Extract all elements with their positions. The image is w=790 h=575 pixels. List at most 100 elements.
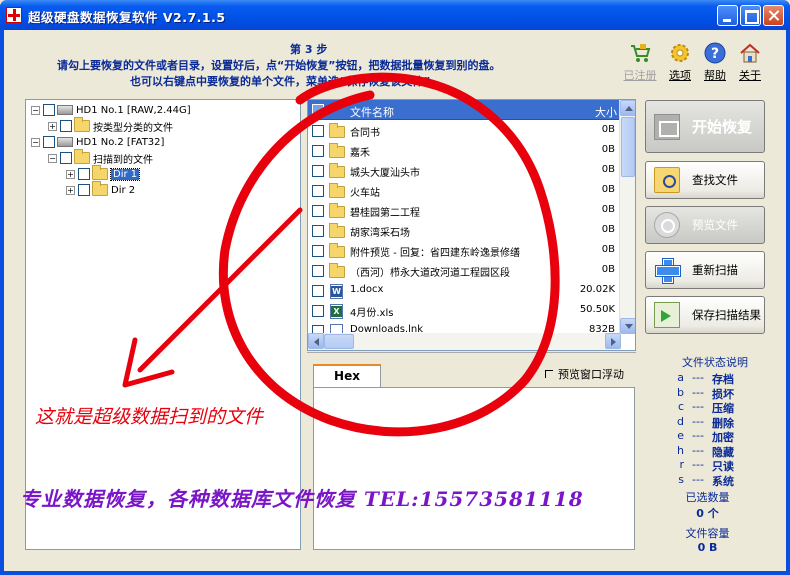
scroll-up-button[interactable] [620, 100, 635, 116]
horizontal-scrollbar[interactable] [308, 333, 621, 350]
legend-item: b --- 损坏 [660, 386, 770, 401]
column-header-name[interactable]: 文件名称 [350, 104, 394, 120]
tree-node-drive-2[interactable]: − HD1 No.2 [FAT32] [31, 134, 164, 150]
help-button[interactable]: ? 帮助 [695, 42, 735, 83]
word-doc-icon [330, 284, 343, 299]
file-checkbox[interactable] [312, 125, 324, 137]
file-row[interactable]: 1.docx 20.02K [308, 281, 621, 301]
instruction-line-1: 请勾上要恢复的文件或者目录，设置好后，点“开始恢复”按钮，把数据批量恢复到别的盘… [57, 59, 501, 72]
find-file-button[interactable]: 查找文件 [645, 161, 765, 199]
file-capacity: 文件容量 0 B [660, 525, 755, 554]
tree-node-scanned[interactable]: − 扫描到的文件 [48, 149, 153, 166]
tree-label: HD1 No.2 [FAT32] [76, 136, 165, 148]
rescan-button[interactable]: 重新扫描 [645, 251, 765, 289]
tree-checkbox[interactable] [60, 120, 72, 132]
tree-checkbox[interactable] [43, 104, 55, 116]
scroll-left-button[interactable] [308, 333, 324, 349]
options-button[interactable]: 选项 [660, 42, 700, 83]
collapse-icon[interactable]: − [31, 105, 40, 115]
file-row[interactable]: （西河）栉永大道改河道工程园区段 0B [308, 261, 621, 281]
preview-file-button[interactable]: 预览文件 [645, 206, 765, 244]
scroll-right-button[interactable] [605, 333, 621, 349]
folder-icon [92, 165, 108, 180]
file-list[interactable]: 文件名称 大小 合同书 0B 嘉禾 0B 城头大厦汕头市 0B 火车站 0B 碧桂园第二工程 0B… [307, 99, 636, 351]
tree-node-dir-1[interactable]: + Dir 1 [66, 165, 141, 182]
file-checkbox[interactable] [312, 225, 324, 237]
search-folder-icon [654, 167, 680, 193]
scroll-thumb[interactable] [324, 334, 354, 349]
file-checkbox[interactable] [312, 185, 324, 197]
file-row[interactable]: 嘉禾 0B [308, 141, 621, 161]
legend-value: 删除 [712, 416, 734, 430]
legend-dash: --- [692, 400, 704, 413]
file-checkbox[interactable] [312, 205, 324, 217]
file-size: 0B [601, 144, 615, 155]
legend-value: 加密 [712, 431, 734, 444]
expand-icon[interactable]: + [66, 169, 75, 179]
expand-icon[interactable]: + [66, 185, 75, 195]
legend-key: c [677, 400, 684, 413]
legend-dash: --- [692, 385, 704, 399]
tab-hex[interactable]: Hex [313, 364, 381, 388]
toolbar-label: 选项 [669, 69, 691, 82]
tree-checkbox[interactable] [78, 168, 90, 180]
selected-count-label: 已选数量 [685, 491, 730, 504]
legend-value: 只读 [712, 460, 734, 473]
file-checkbox[interactable] [312, 165, 324, 177]
float-icon [545, 370, 553, 378]
about-button[interactable]: 关于 [730, 42, 770, 83]
legend-key: a [677, 371, 684, 384]
file-row[interactable]: 合同书 0B [308, 121, 621, 141]
title-bar[interactable]: 超级硬盘数据恢复软件 V2.7.1.5 [0, 0, 790, 30]
select-all-checkbox[interactable] [312, 104, 324, 116]
file-row[interactable]: 4月份.xls 50.50K [308, 301, 621, 321]
file-checkbox[interactable] [312, 245, 324, 257]
file-checkbox[interactable] [312, 265, 324, 277]
preview-float-toggle[interactable]: 预览窗口浮动 [545, 366, 624, 382]
selected-count: 已选数量 0 个 [660, 489, 755, 521]
file-row[interactable]: 碧桂园第二工程 0B [308, 201, 621, 221]
file-row[interactable]: 附件预览 - 回复：省四建东岭逸景修缮 0B [308, 241, 621, 261]
collapse-icon[interactable]: − [31, 137, 40, 147]
file-row[interactable]: 城头大厦汕头市 0B [308, 161, 621, 181]
registered-button[interactable]: 已注册 [620, 42, 660, 83]
file-row[interactable]: 火车站 0B [308, 181, 621, 201]
house-icon [740, 43, 760, 63]
expand-icon[interactable]: + [48, 121, 57, 131]
column-header-size[interactable]: 大小 [595, 104, 617, 120]
button-label: 预览文件 [692, 218, 738, 232]
file-name: 4月份.xls [350, 308, 394, 319]
file-checkbox[interactable] [312, 145, 324, 157]
close-button[interactable] [763, 5, 784, 26]
collapse-icon[interactable]: − [48, 153, 57, 163]
scroll-down-button[interactable] [620, 318, 635, 334]
tree-label: 按类型分类的文件 [93, 122, 173, 134]
tree-node-by-type[interactable]: + 按类型分类的文件 [48, 117, 173, 134]
tree-label: HD1 No.1 [RAW,2.44G] [76, 104, 191, 116]
file-capacity-value: 0 B [697, 541, 718, 554]
minimize-button[interactable] [717, 5, 738, 26]
start-recovery-button[interactable]: 开始恢复 [645, 100, 765, 153]
file-checkbox[interactable] [312, 305, 324, 317]
svg-text:?: ? [711, 46, 719, 62]
vertical-scrollbar[interactable] [619, 100, 635, 334]
tree-node-dir-2[interactable]: + Dir 2 [66, 181, 135, 198]
scroll-thumb[interactable] [621, 117, 635, 177]
folder-icon [329, 123, 345, 138]
file-checkbox[interactable] [312, 285, 324, 297]
file-size: 0B [601, 204, 615, 215]
file-list-header: 文件名称 大小 [308, 100, 621, 120]
tree-checkbox[interactable] [78, 184, 90, 196]
folder-icon [74, 117, 90, 132]
tree-node-drive-1[interactable]: − HD1 No.1 [RAW,2.44G] [31, 102, 191, 118]
toolbar-label: 已注册 [623, 69, 657, 82]
splitter[interactable] [307, 352, 636, 356]
tree-checkbox[interactable] [43, 136, 55, 148]
save-scan-result-button[interactable]: 保存扫描结果 [645, 296, 765, 334]
legend-key: s [678, 472, 684, 486]
folder-icon [329, 143, 345, 158]
tree-checkbox[interactable] [60, 152, 72, 164]
file-row[interactable]: 胡家湾采石场 0B [308, 221, 621, 241]
folder-icon [329, 203, 345, 218]
maximize-button[interactable] [740, 5, 761, 26]
